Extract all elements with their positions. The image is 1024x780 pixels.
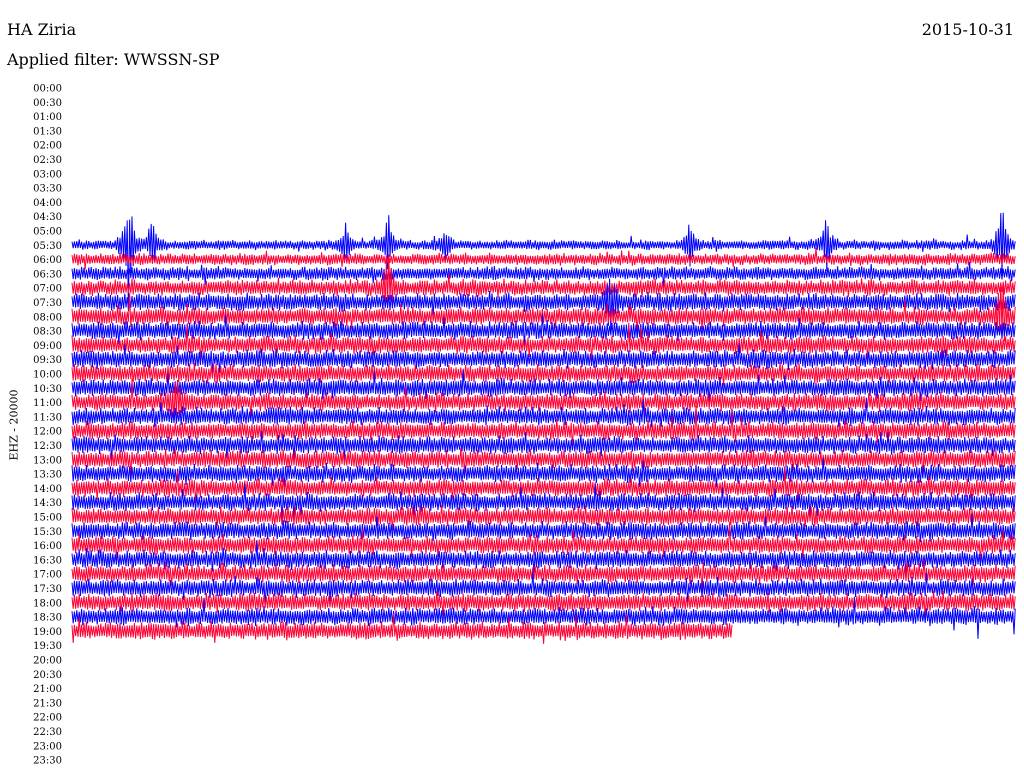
time-tick-0130: 01:30 <box>33 126 62 137</box>
time-tick-1700: 17:00 <box>33 570 62 581</box>
time-tick-2130: 21:30 <box>33 698 62 709</box>
time-axis-ticks: 00:00 00:30 01:00 01:30 02:00 02:30 03:00 03:30… <box>33 84 62 767</box>
time-tick-1900: 19:00 <box>33 627 62 638</box>
time-tick-0430: 04:30 <box>33 212 62 223</box>
time-tick-1630: 16:30 <box>33 555 62 566</box>
time-tick-0800: 08:00 <box>33 312 62 323</box>
time-tick-1330: 13:30 <box>33 470 62 481</box>
trace-0600 <box>71 247 1016 270</box>
helicorder-plot: 00:00 00:30 01:00 01:30 02:00 02:30 03:00 03:30… <box>33 84 1016 767</box>
time-tick-0930: 09:30 <box>33 355 62 366</box>
time-tick-2300: 23:00 <box>33 741 62 752</box>
time-tick-0730: 07:30 <box>33 298 62 309</box>
time-tick-0600: 06:00 <box>33 255 62 266</box>
time-tick-0000: 00:00 <box>33 84 62 95</box>
time-tick-0200: 02:00 <box>33 141 62 152</box>
time-tick-1500: 15:00 <box>33 513 62 524</box>
time-tick-1400: 14:00 <box>33 484 62 495</box>
time-tick-1830: 18:30 <box>33 613 62 624</box>
time-tick-0300: 03:00 <box>33 169 62 180</box>
time-tick-0400: 04:00 <box>33 198 62 209</box>
time-tick-1600: 16:00 <box>33 541 62 552</box>
time-tick-0330: 03:30 <box>33 184 62 195</box>
time-tick-0100: 01:00 <box>33 112 62 123</box>
time-tick-2230: 22:30 <box>33 727 62 738</box>
time-tick-2030: 20:30 <box>33 670 62 681</box>
seismic-traces <box>71 212 1016 644</box>
time-tick-0530: 05:30 <box>33 241 62 252</box>
time-tick-1100: 11:00 <box>33 398 62 409</box>
time-tick-0630: 06:30 <box>33 269 62 280</box>
time-tick-1200: 12:00 <box>33 427 62 438</box>
time-tick-0830: 08:30 <box>33 327 62 338</box>
time-tick-0230: 02:30 <box>33 155 62 166</box>
time-tick-0700: 07:00 <box>33 284 62 295</box>
time-tick-1530: 15:30 <box>33 527 62 538</box>
time-tick-2100: 21:00 <box>33 684 62 695</box>
time-tick-2000: 20:00 <box>33 656 62 667</box>
time-tick-0900: 09:00 <box>33 341 62 352</box>
time-tick-0030: 00:30 <box>33 98 62 109</box>
time-tick-0500: 05:00 <box>33 227 62 238</box>
time-tick-1930: 19:30 <box>33 641 62 652</box>
time-tick-1730: 17:30 <box>33 584 62 595</box>
time-tick-1130: 11:30 <box>33 412 62 423</box>
time-tick-1030: 10:30 <box>33 384 62 395</box>
time-tick-1800: 18:00 <box>33 598 62 609</box>
time-tick-2330: 23:30 <box>33 756 62 767</box>
time-tick-1300: 13:00 <box>33 455 62 466</box>
time-tick-1230: 12:30 <box>33 441 62 452</box>
time-tick-2200: 22:00 <box>33 713 62 724</box>
time-tick-1430: 14:30 <box>33 498 62 509</box>
time-tick-1000: 10:00 <box>33 370 62 381</box>
